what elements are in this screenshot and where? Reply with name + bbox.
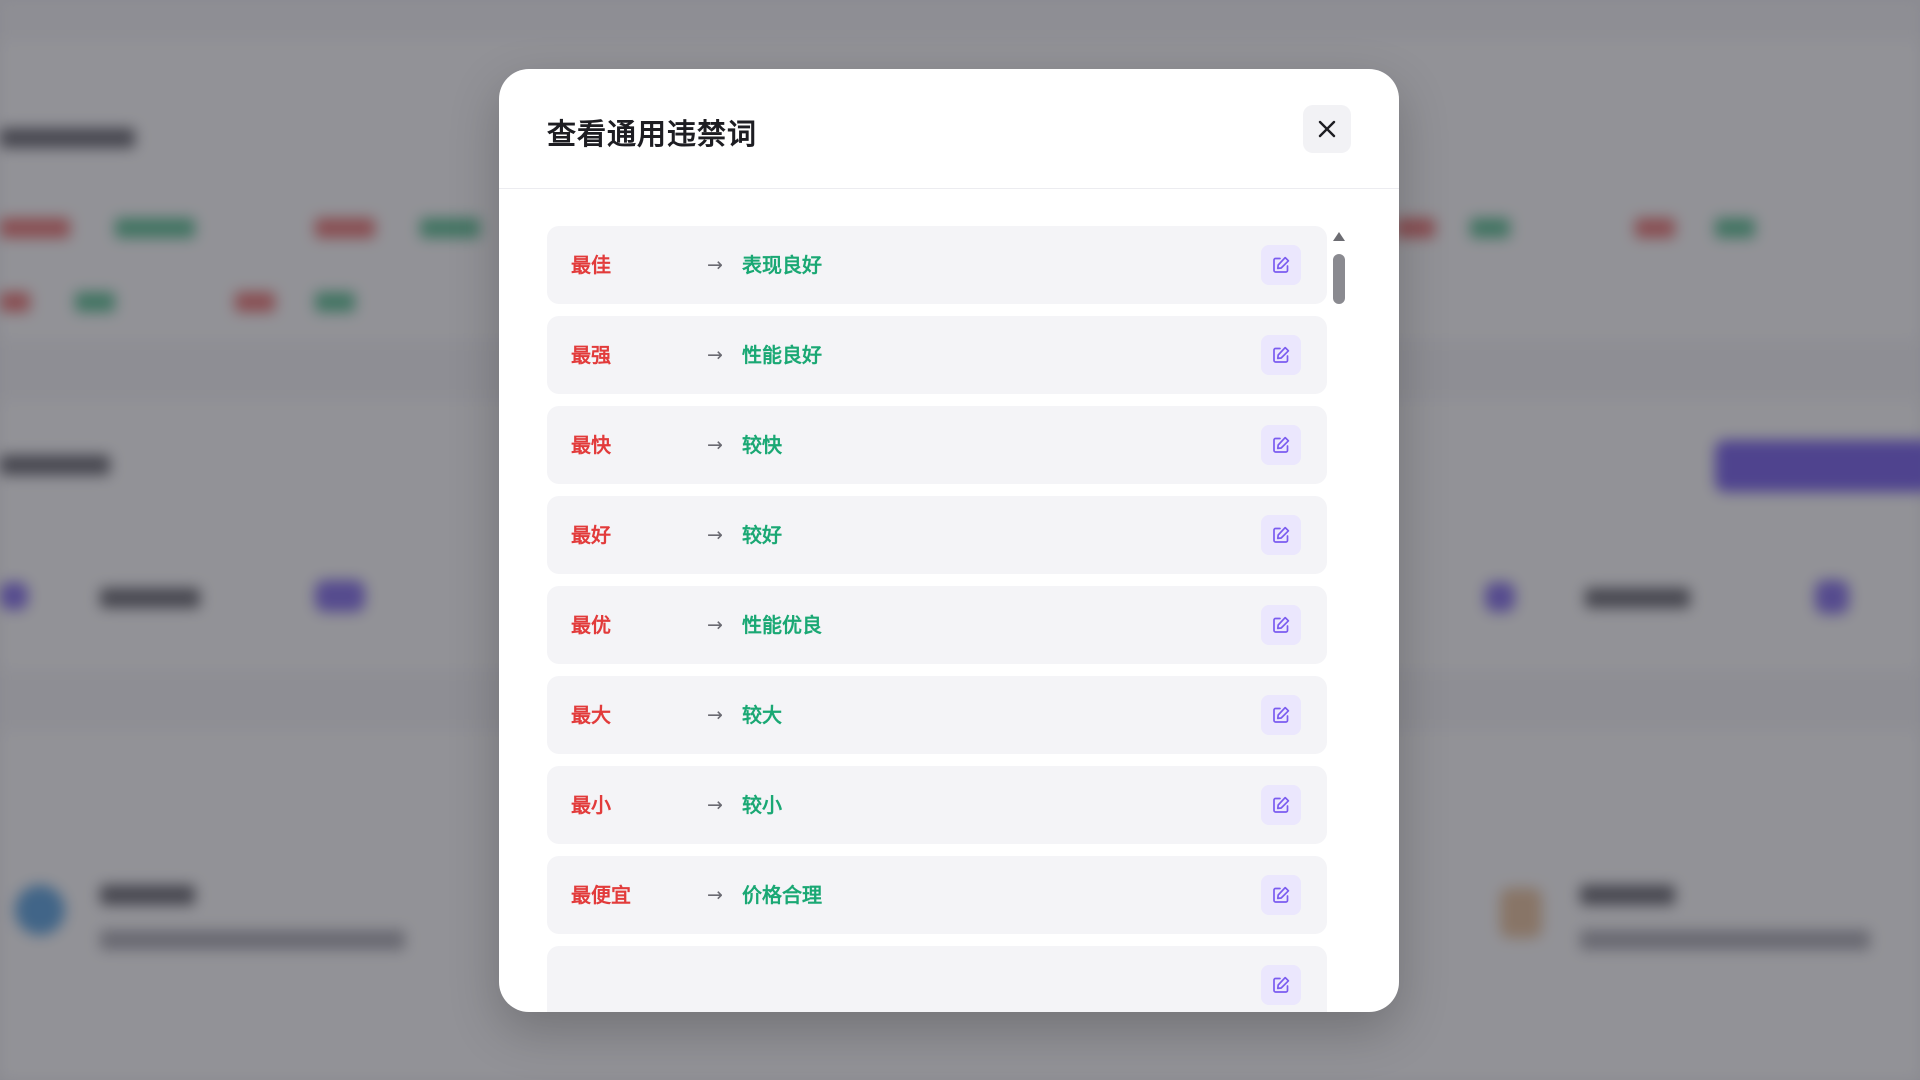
scrollbar[interactable] [1332,229,1346,1012]
arrow-icon: → [707,434,723,456]
edit-icon [1273,796,1290,813]
forbidden-word: 最佳 [571,253,611,277]
replacement-word: 性能良好 [742,343,822,367]
forbidden-words-modal: 查看通用违禁词 最佳 → 表现良好 最强 → 性能良好 最快 → 较快 最好 → 较好 最优 → 性能优良最… [499,69,1399,1012]
forbidden-word: 最好 [571,523,611,547]
close-icon [1318,120,1336,138]
rule-row: 最强 → 性能良好 [547,316,1327,394]
edit-button[interactable] [1261,425,1301,465]
forbidden-word: 最强 [571,343,611,367]
forbidden-word: 最大 [571,703,611,727]
edit-icon [1273,616,1290,633]
edit-button[interactable] [1261,875,1301,915]
arrow-up-icon[interactable] [1333,232,1345,241]
arrow-icon: → [707,704,723,726]
rule-row: 最佳 → 表现良好 [547,226,1327,304]
modal-header: 查看通用违禁词 [499,69,1399,189]
replacement-word: 较快 [742,433,782,457]
edit-button[interactable] [1261,695,1301,735]
forbidden-word: 最便宜 [571,883,631,907]
arrow-icon: → [707,614,723,636]
replacement-word: 较好 [742,523,782,547]
rules-list: 最佳 → 表现良好最强 → 性能良好最快 → 较快最好 → 较好最优 → 性能优良最大 → 较大最小 → 较… [547,226,1327,1012]
rule-row: 最优 → 性能优良 [547,586,1327,664]
edit-button[interactable] [1261,515,1301,555]
replacement-word: 较大 [742,703,782,727]
edit-icon [1273,706,1290,723]
rule-row: 最大 → 较大 [547,676,1327,754]
arrow-icon: → [707,794,723,816]
edit-icon [1273,346,1290,363]
edit-button[interactable] [1261,335,1301,375]
rule-row: 最好 → 较好 [547,496,1327,574]
edit-icon [1273,256,1290,273]
rules-list-viewport[interactable]: 最佳 → 表现良好最强 → 性能良好最快 → 较快最好 → 较好最优 → 性能优良最大 → 较大最小 → 较… [547,226,1337,1012]
edit-icon [1273,436,1290,453]
rule-row: 最便宜 → 价格合理 [547,856,1327,934]
replacement-word: 较小 [742,793,782,817]
replacement-word: 价格合理 [742,883,822,907]
rule-row: 最小 → 较小 [547,766,1327,844]
replacement-word: 表现良好 [742,253,822,277]
scrollbar-thumb[interactable] [1333,254,1345,304]
edit-icon [1273,976,1290,993]
edit-button[interactable] [1261,605,1301,645]
edit-button[interactable] [1261,245,1301,285]
arrow-icon: → [707,884,723,906]
arrow-icon: → [707,344,723,366]
edit-button[interactable] [1261,965,1301,1005]
replacement-word: 性能优良 [742,613,822,637]
edit-button[interactable] [1261,785,1301,825]
forbidden-word: 最小 [571,793,611,817]
edit-icon [1273,886,1290,903]
rule-row-partial [547,946,1327,1012]
modal-title: 查看通用违禁词 [547,117,758,151]
arrow-icon: → [707,254,723,276]
forbidden-word: 最优 [571,613,611,637]
rule-row: 最快 → 较快 [547,406,1327,484]
forbidden-word: 最快 [571,433,611,457]
close-button[interactable] [1303,105,1351,153]
arrow-icon: → [707,524,723,546]
edit-icon [1273,526,1290,543]
